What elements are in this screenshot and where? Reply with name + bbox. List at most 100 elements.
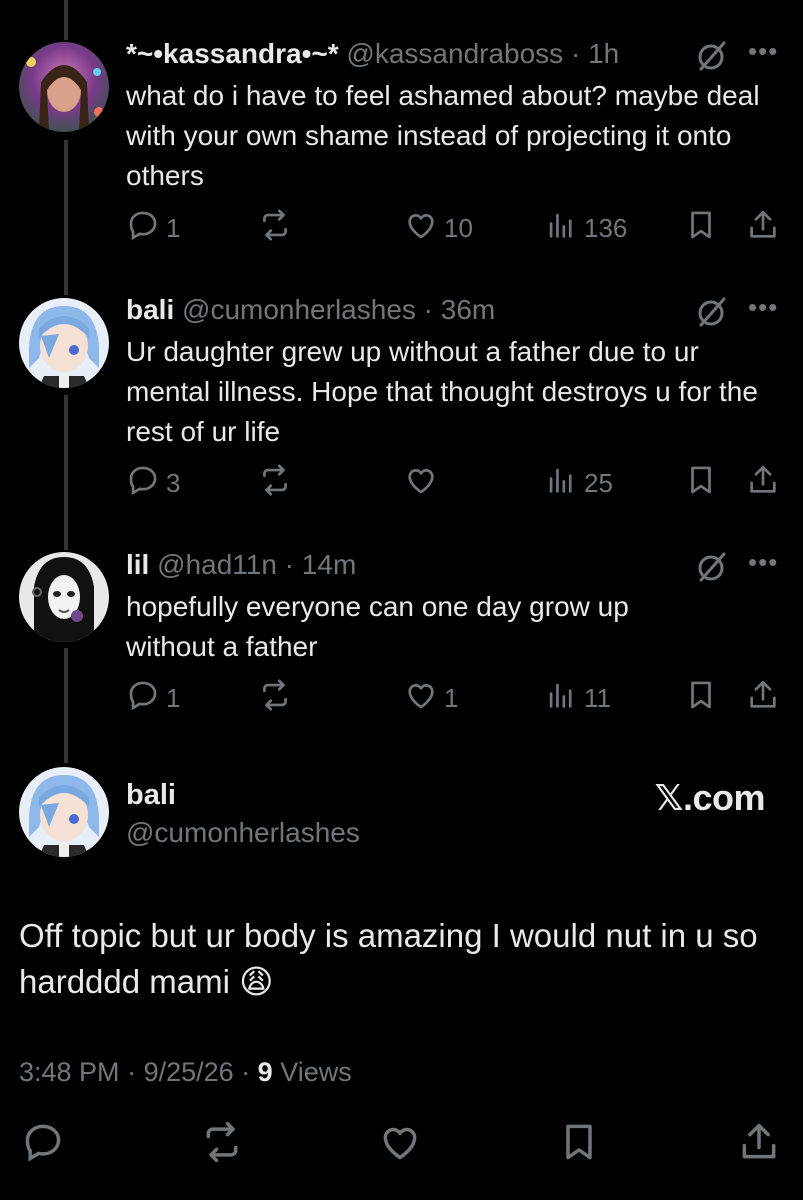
tweet-header: bali @cumonherlashes · 36m xyxy=(126,294,495,326)
display-name[interactable]: *~•kassandra•~* xyxy=(126,38,339,69)
grok-icon[interactable] xyxy=(696,40,728,72)
display-name[interactable]: bali xyxy=(126,294,174,325)
like-count: 1 xyxy=(444,682,459,713)
like-icon xyxy=(404,208,444,249)
repost-icon xyxy=(258,208,298,249)
handle[interactable]: @had11n xyxy=(157,549,277,580)
more-icon[interactable]: ••• xyxy=(748,547,778,578)
bookmark-button[interactable] xyxy=(684,208,724,248)
like-button[interactable] xyxy=(378,1120,422,1164)
display-name[interactable]: lil xyxy=(126,549,149,580)
repost-button[interactable] xyxy=(258,208,298,248)
tweet-text: Ur daughter grew up without a father due… xyxy=(126,336,758,447)
brand-watermark: 𝕏.com xyxy=(654,777,765,818)
tweet-meta: 3:48 PM · 9/25/26 · 9 Views xyxy=(19,1057,352,1088)
action-bar: 1 1 11 xyxy=(126,678,786,718)
reply-icon xyxy=(126,463,166,504)
timestamp[interactable]: 14m xyxy=(302,549,356,580)
share-button[interactable] xyxy=(746,463,786,503)
views-icon xyxy=(544,678,584,719)
repost-icon xyxy=(258,463,298,504)
views-button[interactable]: 136 xyxy=(544,208,627,248)
bookmark-icon xyxy=(684,678,724,719)
tweet-text: what do i have to feel ashamed about? ma… xyxy=(126,80,760,191)
timestamp[interactable]: 1h xyxy=(588,38,619,69)
reply-button[interactable]: 1 xyxy=(126,678,180,718)
bookmark-icon xyxy=(684,208,724,249)
share-button[interactable] xyxy=(737,1120,781,1164)
handle[interactable]: @kassandraboss xyxy=(346,38,563,69)
more-icon[interactable]: ••• xyxy=(748,292,778,323)
bookmark-icon xyxy=(557,1124,601,1168)
reply-button[interactable] xyxy=(21,1120,65,1164)
like-count: 10 xyxy=(444,212,473,243)
action-bar: 3 25 xyxy=(126,463,786,503)
more-icon[interactable]: ••• xyxy=(748,36,778,67)
reply-button[interactable]: 3 xyxy=(126,463,180,503)
reply-count: 1 xyxy=(166,212,181,243)
reply-icon xyxy=(126,208,166,249)
share-icon xyxy=(737,1123,781,1168)
views-count: 9 xyxy=(257,1057,273,1087)
avatar[interactable] xyxy=(19,298,109,388)
like-button[interactable]: 1 xyxy=(404,678,458,718)
bookmark-button[interactable] xyxy=(684,463,724,503)
tweet-header: lil @had11n · 14m xyxy=(126,549,356,581)
views-count: 136 xyxy=(584,212,628,243)
separator: · xyxy=(119,1057,144,1087)
avatar[interactable] xyxy=(19,767,109,857)
reply-icon xyxy=(126,678,166,719)
separator: · xyxy=(276,549,302,580)
bookmark-icon xyxy=(684,463,724,504)
tweet[interactable]: bali @cumonherlashes · 36m ••• Ur daught… xyxy=(0,270,803,525)
repost-button[interactable] xyxy=(200,1120,244,1164)
repost-button[interactable] xyxy=(258,463,298,503)
views-count: 25 xyxy=(584,467,613,498)
views-button[interactable]: 25 xyxy=(544,463,613,503)
like-icon xyxy=(404,463,444,504)
views-label: Views xyxy=(280,1057,352,1087)
tweet[interactable]: lil @had11n · 14m ••• hopefully everyone… xyxy=(0,525,803,745)
repost-button[interactable] xyxy=(258,678,298,718)
like-button[interactable]: 10 xyxy=(404,208,473,248)
bookmark-button[interactable] xyxy=(684,678,724,718)
date[interactable]: 9/25/26 xyxy=(144,1057,234,1087)
reply-count: 1 xyxy=(166,682,181,713)
handle[interactable]: @cumonherlashes xyxy=(126,817,360,849)
separator: · xyxy=(563,38,589,69)
separator: · xyxy=(233,1057,258,1087)
grok-icon[interactable] xyxy=(696,551,728,583)
like-icon xyxy=(404,678,444,719)
share-icon xyxy=(746,678,786,719)
handle[interactable]: @cumonherlashes xyxy=(182,294,416,325)
repost-icon xyxy=(258,678,298,719)
display-name[interactable]: bali xyxy=(126,779,176,812)
reply-button[interactable]: 1 xyxy=(126,208,180,248)
tweet[interactable]: *~•kassandra•~* @kassandraboss · 1h ••• … xyxy=(0,0,803,270)
grok-icon[interactable] xyxy=(696,296,728,328)
like-icon xyxy=(378,1127,422,1168)
share-icon xyxy=(746,463,786,504)
views-button[interactable]: 11 xyxy=(544,678,611,718)
tweet-text: hopefully everyone can one day grow up w… xyxy=(126,591,629,662)
timestamp[interactable]: 3:48 PM xyxy=(19,1057,120,1087)
separator: · xyxy=(415,294,441,325)
share-button[interactable] xyxy=(746,678,786,718)
focus-action-bar xyxy=(0,1120,803,1170)
avatar[interactable] xyxy=(19,552,109,642)
timestamp[interactable]: 36m xyxy=(441,294,495,325)
avatar[interactable] xyxy=(19,42,109,132)
views-count: 11 xyxy=(584,682,611,713)
reply-icon xyxy=(21,1124,65,1168)
action-bar: 1 10 136 xyxy=(126,208,786,248)
share-button[interactable] xyxy=(746,208,786,248)
repost-icon xyxy=(200,1121,244,1168)
tweet-text: Off topic but ur body is amazing I would… xyxy=(19,917,758,1000)
reply-count: 3 xyxy=(166,467,181,498)
tweet-header: *~•kassandra•~* @kassandraboss · 1h xyxy=(126,38,619,70)
like-button[interactable] xyxy=(404,463,444,503)
views-icon xyxy=(544,208,584,249)
bookmark-button[interactable] xyxy=(557,1120,601,1164)
share-icon xyxy=(746,208,786,249)
views-icon xyxy=(544,463,584,504)
